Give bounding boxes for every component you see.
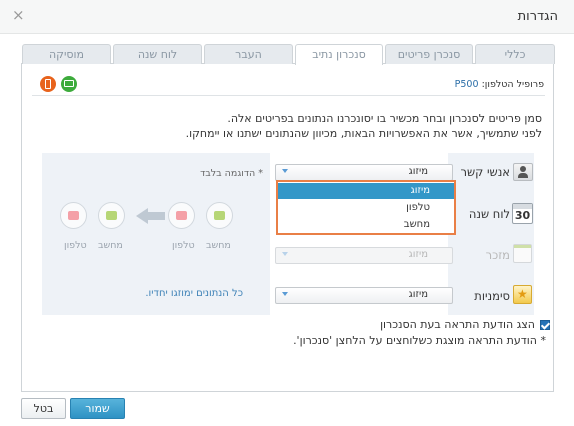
- phone-source-circle: [206, 202, 233, 229]
- dropdown-option-phone[interactable]: טלפון: [278, 200, 454, 216]
- calendar-icon-day: 30: [514, 209, 531, 222]
- row-label-memo: מזכר: [485, 248, 510, 262]
- merge-note: כל הנתונים ימוזגו יחדיו.: [145, 288, 243, 299]
- tab-general[interactable]: כללי: [475, 44, 555, 64]
- row-label-bookmarks: סימניות: [474, 289, 510, 303]
- diagram-label-pc-source: מחשב: [206, 240, 231, 251]
- chevron-down-icon: [282, 169, 288, 173]
- notify-checkbox[interactable]: [540, 320, 550, 330]
- dropdown-option-pc[interactable]: מחשב: [278, 217, 454, 233]
- phone-data-icon: [106, 211, 117, 220]
- tab-transfer[interactable]: העבר: [204, 44, 293, 64]
- dropdown-option-merge[interactable]: מיזוג: [278, 183, 454, 199]
- pc-data-icon: [68, 211, 79, 220]
- contacts-icon: [513, 163, 533, 181]
- tab-sync-path[interactable]: סנכרון נתיב: [295, 44, 383, 65]
- memo-icon: [513, 244, 532, 263]
- chevron-down-icon: [282, 252, 288, 256]
- notify-sub-note: * הודעת התראה מוצגת כשלוחצים על הלחצן 'ס…: [293, 334, 546, 347]
- tab-calendar[interactable]: לוח שנה: [113, 44, 202, 64]
- diagram-label-phone-source: טלפון: [172, 240, 195, 251]
- profile-label: פרופיל הטלפון:: [481, 79, 544, 90]
- pc-icon: [61, 76, 77, 92]
- instructions-line-1: סמן פריטים לסנכרון ובחר מכשיר בו יסונכרנ…: [227, 112, 542, 125]
- window-title: הגדרות: [517, 9, 558, 24]
- pc-data-icon: [176, 211, 187, 220]
- phone-profile: פרופיל הטלפון: P500: [455, 79, 544, 90]
- tab-music[interactable]: מוסיקה: [22, 44, 111, 64]
- close-icon[interactable]: ×: [12, 6, 25, 24]
- diagram-label-pc-result: מחשב: [98, 240, 123, 251]
- notify-checkbox-label[interactable]: הצג הודעת התראה בעת הסנכרון: [380, 318, 535, 331]
- row-label-calendar: לוח שנה: [468, 207, 510, 221]
- chevron-down-icon: [282, 292, 288, 296]
- pc-source-circle: [168, 202, 195, 229]
- memo-sync-select: מיזוג: [275, 247, 453, 264]
- save-button[interactable]: שמור: [70, 398, 125, 419]
- phone-icon: [40, 76, 56, 92]
- cancel-button[interactable]: בטל: [21, 398, 66, 419]
- select-value: מיזוג: [408, 166, 428, 177]
- sync-mode-dropdown[interactable]: מיזוג טלפון מחשב: [276, 180, 456, 235]
- profile-model: P500: [454, 79, 479, 90]
- bookmarks-icon: ★: [513, 285, 532, 304]
- select-value: מיזוג: [408, 249, 428, 260]
- divider: [32, 95, 545, 96]
- phone-data-icon: [214, 211, 225, 220]
- select-value: מיזוג: [408, 289, 428, 300]
- diagram-label-phone-result: טלפון: [64, 240, 87, 251]
- title-bar: [0, 0, 574, 34]
- arrow-shaft: [147, 212, 165, 220]
- calendar-icon: 30: [512, 203, 533, 224]
- instructions-line-2: לפני שתמשיך, אשר את האפשרויות הבאות, מכי…: [185, 127, 542, 140]
- tab-sync-items[interactable]: סנכרן פריטים: [385, 44, 473, 64]
- row-label-contacts: אנשי קשר: [460, 165, 510, 179]
- bookmarks-sync-select[interactable]: מיזוג: [275, 287, 453, 304]
- pc-sync-circle: [60, 202, 87, 229]
- example-note: * הדוגמה בלבד: [200, 168, 263, 179]
- contacts-sync-select[interactable]: מיזוג: [275, 164, 453, 181]
- phone-sync-circle: [98, 202, 125, 229]
